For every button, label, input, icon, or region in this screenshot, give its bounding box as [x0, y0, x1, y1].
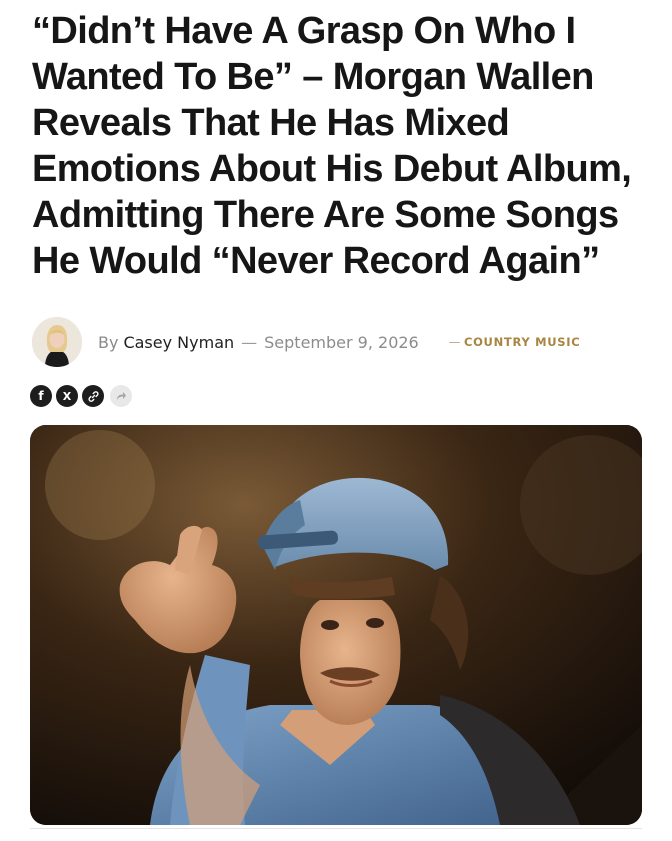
x-icon: X	[62, 389, 72, 403]
author-avatar[interactable]	[32, 317, 82, 367]
byline: By Casey Nyman — September 9, 2026 — COUNTRY…	[32, 316, 652, 368]
category-wrap: — COUNTRY MUSIC	[449, 335, 581, 349]
link-icon	[87, 390, 99, 402]
byline-separator: —	[241, 332, 258, 352]
share-arrow-icon	[117, 392, 126, 400]
article: “Didn’t Have A Grasp On Who I Wanted To …	[0, 0, 672, 840]
share-buttons: f X	[30, 384, 136, 408]
content-divider	[30, 828, 642, 841]
copy-link-button[interactable]	[82, 385, 104, 407]
byline-prefix: By	[98, 332, 119, 352]
facebook-share-button[interactable]: f	[30, 385, 52, 407]
article-headline: “Didn’t Have A Grasp On Who I Wanted To …	[32, 10, 632, 282]
hero-image	[30, 425, 642, 825]
publish-date: September 9, 2026	[264, 332, 419, 352]
facebook-icon: f	[38, 389, 44, 403]
more-share-button[interactable]	[110, 385, 132, 407]
byline-text: By Casey Nyman — September 9, 2026	[98, 333, 419, 352]
category-separator: —	[448, 335, 461, 349]
category-link[interactable]: COUNTRY MUSIC	[464, 335, 580, 349]
x-share-button[interactable]: X	[56, 385, 78, 407]
author-name-link[interactable]: Casey Nyman	[123, 333, 234, 352]
